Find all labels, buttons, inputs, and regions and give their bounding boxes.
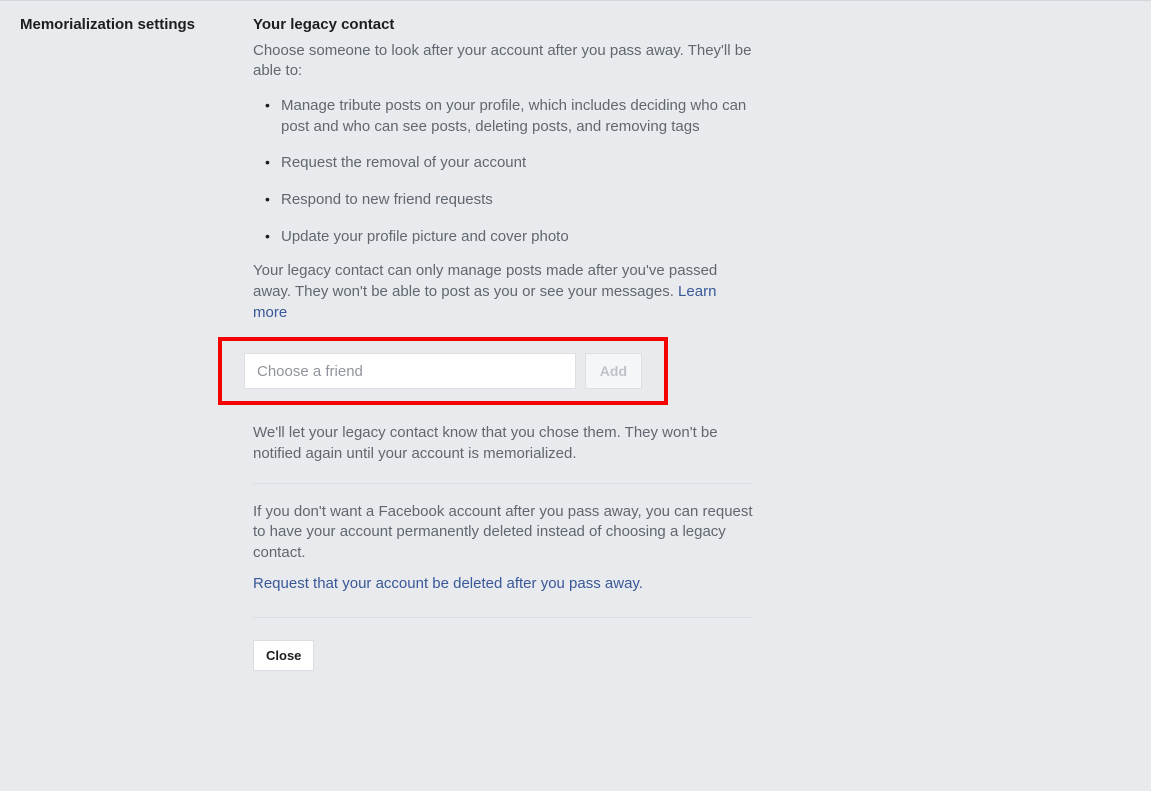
delete-intro: If you don't want a Facebook account aft… bbox=[253, 502, 753, 564]
permission-item: Manage tribute posts on your profile, wh… bbox=[253, 96, 753, 137]
permission-item: Request the removal of your account bbox=[253, 153, 753, 174]
notify-text: We'll let your legacy contact know that … bbox=[253, 423, 753, 464]
request-delete-link[interactable]: Request that your account be deleted aft… bbox=[253, 574, 643, 595]
permission-item: Update your profile picture and cover ph… bbox=[253, 227, 753, 248]
close-button[interactable]: Close bbox=[253, 640, 314, 671]
choose-friend-highlight: Add bbox=[218, 337, 668, 405]
legacy-contact-title: Your legacy contact bbox=[253, 15, 753, 35]
divider bbox=[253, 483, 753, 484]
legacy-contact-intro: Choose someone to look after your accoun… bbox=[253, 41, 753, 82]
choose-friend-input[interactable] bbox=[244, 353, 576, 389]
permissions-list: Manage tribute posts on your profile, wh… bbox=[253, 96, 753, 247]
add-button[interactable]: Add bbox=[585, 353, 642, 389]
caveat-text: Your legacy contact can only manage post… bbox=[253, 262, 717, 300]
divider bbox=[253, 617, 753, 618]
legacy-contact-caveat: Your legacy contact can only manage post… bbox=[253, 261, 753, 323]
permission-item: Respond to new friend requests bbox=[253, 190, 753, 211]
